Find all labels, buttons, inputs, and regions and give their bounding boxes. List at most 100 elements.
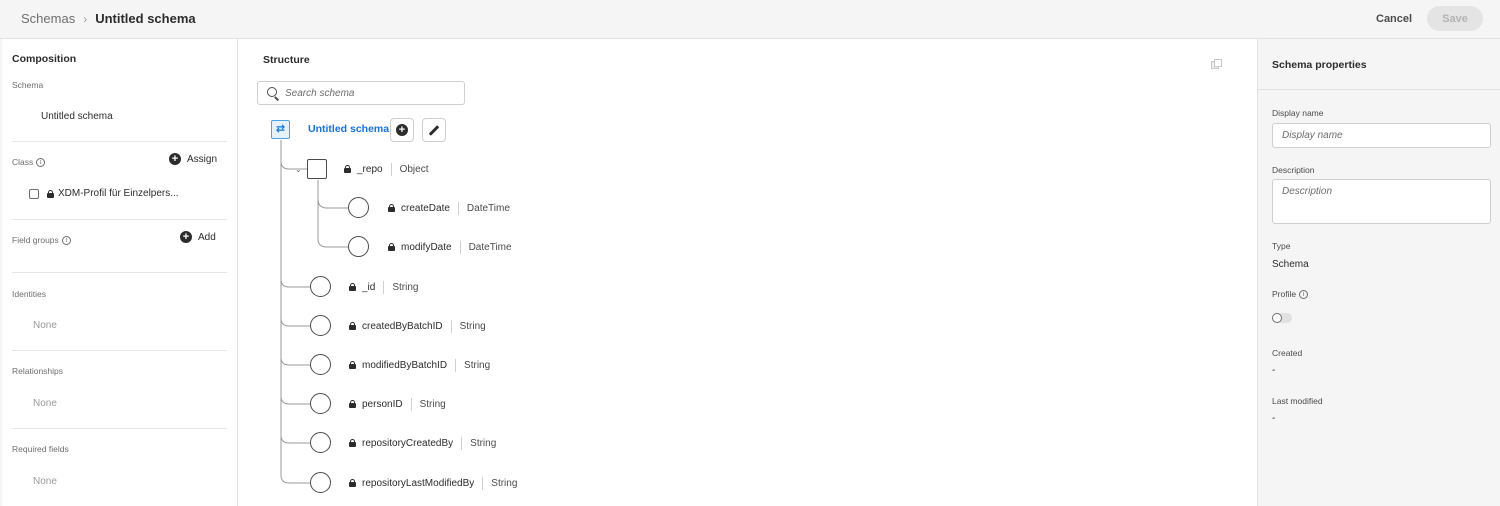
- object-node-checkbox[interactable]: [307, 159, 327, 179]
- field-name: createdByBatchID: [362, 320, 443, 332]
- type-label: Type: [1272, 241, 1291, 251]
- info-icon[interactable]: i: [1299, 289, 1309, 299]
- add-circle-icon: +: [180, 231, 192, 243]
- field-groups-label: Field groups: [12, 235, 59, 245]
- field-node-radio[interactable]: [310, 472, 331, 493]
- lock-icon: [47, 189, 54, 198]
- save-button[interactable]: Save: [1427, 6, 1483, 31]
- field-node-radio[interactable]: [310, 315, 331, 336]
- schema-properties-panel: Schema properties Display name Descripti…: [1257, 39, 1500, 506]
- lock-icon: [388, 243, 395, 251]
- field-node-radio[interactable]: [310, 393, 331, 414]
- type-value: Schema: [1272, 259, 1309, 270]
- structure-panel: Structure ⇄ Untitled schema +: [238, 39, 1257, 506]
- field-type: String: [419, 398, 446, 410]
- field-groups-label-row: Field groups i: [12, 235, 71, 245]
- assign-class-button[interactable]: + Assign: [169, 153, 217, 165]
- chevron-down-icon[interactable]: ⌄: [295, 165, 302, 174]
- field-type: String: [491, 477, 518, 489]
- profile-toggle[interactable]: [1272, 313, 1292, 323]
- field-node-radio[interactable]: [310, 276, 331, 297]
- required-fields-label: Required fields: [12, 444, 69, 454]
- breadcrumb-schemas-link[interactable]: Schemas: [21, 11, 75, 26]
- info-icon[interactable]: i: [36, 157, 46, 167]
- add-label: Add: [198, 231, 216, 243]
- properties-title: Schema properties: [1272, 59, 1367, 71]
- field-name: personID: [362, 398, 403, 410]
- separator: [461, 436, 463, 450]
- pencil-icon: [428, 124, 440, 136]
- field-node-radio[interactable]: [348, 236, 369, 257]
- lock-icon: [349, 400, 356, 408]
- field-name: repositoryLastModifiedBy: [362, 477, 475, 489]
- field-name: createDate: [401, 202, 450, 214]
- field-row-modifiedbybatchid[interactable]: modifiedByBatchID String: [349, 358, 490, 372]
- field-row-modifydate[interactable]: modifyDate DateTime: [388, 240, 512, 254]
- class-checkbox[interactable]: [29, 188, 39, 199]
- add-field-group-button[interactable]: + Add: [180, 231, 216, 243]
- separator: [450, 319, 452, 333]
- created-value: -: [1272, 365, 1276, 376]
- display-name-label: Display name: [1272, 108, 1324, 118]
- info-icon[interactable]: i: [61, 235, 71, 245]
- field-name: modifiedByBatchID: [362, 359, 448, 371]
- created-label: Created: [1272, 348, 1303, 358]
- field-row-repositorylastmodifiedby[interactable]: repositoryLastModifiedBy String: [349, 476, 517, 490]
- field-row-personid[interactable]: personID String: [349, 397, 446, 411]
- relationships-label: Relationships: [12, 366, 64, 376]
- top-bar: Schemas › Untitled schema Cancel Save: [0, 0, 1500, 39]
- divider: [12, 428, 227, 429]
- lock-icon: [349, 361, 356, 369]
- lock-icon: [349, 439, 356, 447]
- lock-icon: [349, 322, 356, 330]
- last-modified-value: -: [1272, 413, 1276, 424]
- page-title: Untitled schema: [95, 11, 196, 26]
- display-name-field[interactable]: [1272, 123, 1491, 148]
- profile-label-row: Profile i: [1272, 289, 1309, 299]
- identities-label: Identities: [12, 289, 47, 299]
- field-row-createdate[interactable]: createDate DateTime: [388, 201, 510, 215]
- divider: [12, 350, 227, 351]
- required-fields-value: None: [33, 476, 57, 487]
- field-row-repositorycreatedby[interactable]: repositoryCreatedBy String: [349, 436, 496, 450]
- class-label: Class: [12, 157, 34, 167]
- schema-tree-icon[interactable]: ⇄: [271, 120, 290, 139]
- root-schema-name[interactable]: Untitled schema: [308, 123, 389, 135]
- field-node-radio[interactable]: [310, 354, 331, 375]
- composition-title: Composition: [12, 53, 77, 65]
- field-type: String: [470, 437, 497, 449]
- edit-schema-button[interactable]: [422, 118, 446, 142]
- field-type: String: [459, 320, 486, 332]
- composition-panel: Composition Schema Untitled schema Class…: [2, 39, 238, 506]
- field-row-id[interactable]: _id String: [349, 280, 418, 294]
- field-node-radio[interactable]: [310, 432, 331, 453]
- field-name: modifyDate: [401, 241, 452, 253]
- identities-value: None: [33, 320, 57, 331]
- assign-label: Assign: [187, 153, 218, 165]
- separator: [482, 476, 484, 490]
- field-row-repo[interactable]: _repo Object: [344, 162, 428, 176]
- field-name: _repo: [357, 163, 383, 175]
- lock-icon: [344, 165, 351, 173]
- schema-name-item[interactable]: Untitled schema: [41, 111, 113, 122]
- field-row-createdbybatchid[interactable]: createdByBatchID String: [349, 319, 486, 333]
- field-name: _id: [362, 281, 376, 293]
- field-type: DateTime: [466, 202, 510, 214]
- class-item[interactable]: XDM-Profil für Einzelpers...: [29, 188, 179, 199]
- separator: [410, 397, 412, 411]
- divider: [12, 141, 227, 142]
- class-item-label: XDM-Profil für Einzelpers...: [58, 188, 179, 199]
- description-field[interactable]: [1272, 179, 1491, 224]
- breadcrumb: Schemas › Untitled schema: [21, 11, 196, 26]
- schema-label: Schema: [12, 80, 44, 90]
- last-modified-label: Last modified: [1272, 396, 1323, 406]
- lock-icon: [349, 479, 356, 487]
- separator: [459, 240, 461, 254]
- cancel-button[interactable]: Cancel: [1368, 9, 1420, 29]
- field-node-radio[interactable]: [348, 197, 369, 218]
- lock-icon: [388, 204, 395, 212]
- divider: [12, 219, 227, 220]
- field-name: repositoryCreatedBy: [362, 437, 454, 449]
- add-field-button[interactable]: +: [390, 118, 414, 142]
- description-label: Description: [1272, 165, 1315, 175]
